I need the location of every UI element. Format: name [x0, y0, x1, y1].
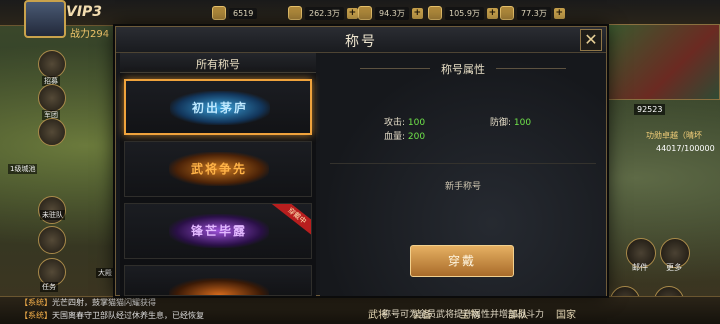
vip-level[interactable]: VIP3	[66, 4, 102, 20]
iron-icon	[500, 6, 514, 20]
title-item[interactable]	[124, 265, 312, 296]
recruit-button[interactable]	[38, 50, 66, 78]
title-list-header: 所有称号	[120, 53, 316, 73]
resource-value: 105.9万	[445, 6, 484, 20]
dialog-header: 称号 ✕	[116, 27, 606, 53]
title-hint: 称号可为全员武将提升属性并增加战斗力	[381, 310, 544, 320]
player-avatar[interactable]	[24, 0, 66, 38]
map-count: 92523	[634, 104, 666, 115]
system-message: 【系统】天国离春守卫部队经过休养生息，已经恢复	[20, 310, 204, 321]
resource-silver: 262.3万 +	[288, 5, 358, 21]
attack-attribute: 攻击: 100	[384, 115, 425, 128]
attributes-header: 称号属性	[441, 63, 485, 76]
system-text: 天国离春守卫部队经过休养生息，已经恢复	[52, 311, 204, 320]
world-minimap[interactable]	[608, 24, 720, 100]
header-divider	[496, 68, 566, 69]
mail-label: 邮件	[632, 263, 648, 272]
gold-icon	[212, 6, 226, 20]
title-detail-pane: 称号属性 攻击: 100 防御: 100 血量: 200 新手称号 穿戴 称号可…	[320, 53, 606, 320]
scroll-button[interactable]	[38, 226, 66, 254]
title-badge-text: 锋芒毕露	[190, 224, 247, 238]
resource-food: 94.3万 +	[358, 5, 423, 21]
city-button[interactable]	[38, 118, 66, 146]
resource-value: 262.3万	[305, 6, 344, 20]
hp-attribute: 血量: 200	[384, 129, 425, 142]
side-label: 任务	[40, 282, 58, 292]
title-name: 新手称号	[444, 182, 481, 192]
title-list: 所有称号 初出茅庐 武将争先 锋芒毕露 穿戴中	[120, 53, 316, 296]
title-badge-art	[169, 278, 269, 295]
legion-button[interactable]	[38, 84, 66, 112]
system-tag: 【系统】	[20, 311, 52, 320]
food-icon	[358, 6, 372, 20]
resource-iron: 77.3万 +	[500, 5, 565, 21]
title-item[interactable]: 初出茅庐	[124, 79, 312, 135]
attribute-value: 100	[407, 118, 426, 128]
attribute-key: 血量:	[384, 132, 406, 142]
system-text: 光芒四射，鼓掌猫猫闪耀获得	[52, 298, 156, 307]
title-item[interactable]: 锋芒毕露 穿戴中	[124, 203, 312, 259]
detail-divider	[330, 163, 596, 164]
resource-value: 6519	[229, 7, 258, 19]
merit-label: 功勋卓越（晴坏	[646, 131, 702, 140]
combat-power: 战力294	[70, 29, 110, 40]
silver-icon	[288, 6, 302, 20]
wear-button[interactable]: 穿戴	[410, 245, 514, 277]
more-label: 更多	[666, 263, 682, 272]
add-silver-button[interactable]: +	[346, 7, 358, 19]
resource-wood: 105.9万 +	[428, 5, 498, 21]
title-item[interactable]: 武将争先	[124, 141, 312, 197]
resource-gold: 6519	[212, 5, 258, 21]
merit-value: 44017/100000	[656, 144, 715, 153]
side-label: 1级城池	[8, 164, 38, 174]
wood-icon	[428, 6, 442, 20]
resource-value: 77.3万	[517, 6, 551, 20]
defense-attribute: 防御: 100	[490, 115, 531, 128]
close-button[interactable]: ✕	[580, 29, 602, 51]
title-dialog: 称号 ✕ 所有称号 初出茅庐 武将争先 锋芒毕露 穿戴中 称号属性 攻击: 10…	[115, 26, 607, 320]
add-food-button[interactable]: +	[411, 7, 423, 19]
add-wood-button[interactable]: +	[486, 7, 498, 19]
system-tag: 【系统】	[20, 298, 52, 307]
add-iron-button[interactable]: +	[553, 7, 565, 19]
attribute-value: 200	[407, 132, 426, 142]
title-list-label: 所有称号	[196, 58, 240, 71]
attribute-key: 防御:	[490, 118, 512, 128]
dialog-title: 称号	[345, 34, 377, 50]
side-label: 大殿	[96, 268, 114, 278]
resource-bar: 6519 262.3万 + 94.3万 + 105.9万 + 77.3万 +	[0, 0, 720, 26]
attribute-value: 100	[513, 118, 532, 128]
attribute-key: 攻击:	[384, 118, 406, 128]
close-icon: ✕	[584, 30, 598, 49]
title-badge-text: 武将争先	[190, 162, 247, 176]
system-message: 【系统】光芒四射，鼓掌猫猫闪耀获得	[20, 297, 156, 308]
title-badge-text: 初出茅庐	[191, 101, 248, 115]
side-label: 未驻队	[40, 210, 65, 220]
resource-value: 94.3万	[375, 6, 409, 20]
